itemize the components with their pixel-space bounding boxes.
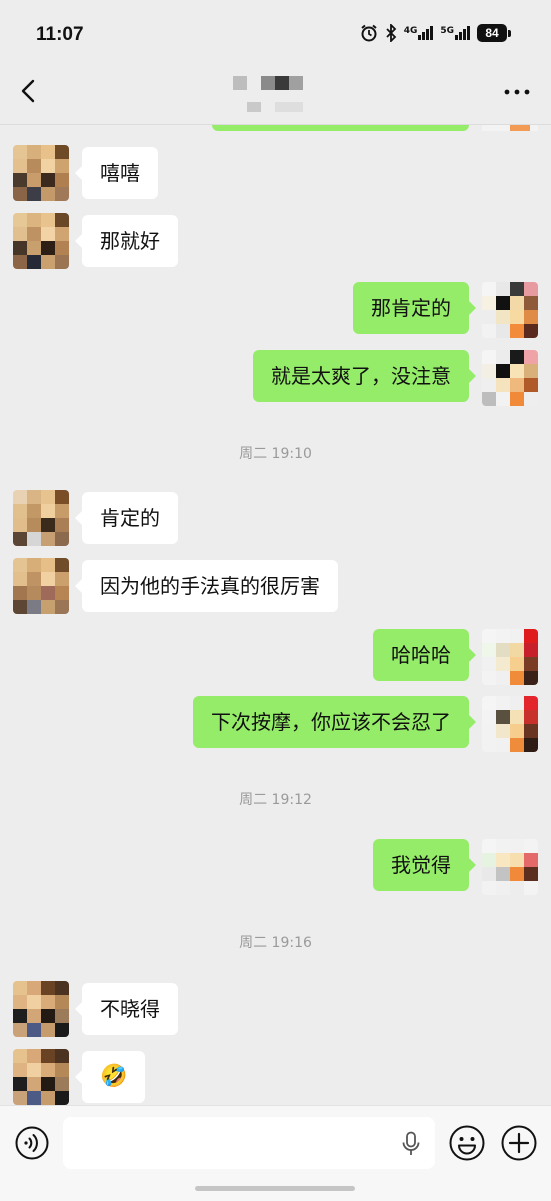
- avatar[interactable]: [482, 839, 538, 895]
- microphone-icon[interactable]: [400, 1131, 422, 1157]
- alarm-icon: [361, 24, 377, 42]
- chat-header: [0, 62, 551, 122]
- avatar[interactable]: [13, 1049, 69, 1105]
- avatar[interactable]: [13, 213, 69, 269]
- avatar[interactable]: [13, 145, 69, 201]
- timestamp: 周二 19:12: [239, 792, 312, 808]
- avatar[interactable]: [482, 350, 538, 406]
- net-5g-label: 5G: [440, 26, 454, 36]
- avatar[interactable]: [482, 282, 538, 338]
- signal-4g-icon: 4G: [404, 26, 434, 40]
- timestamp: 周二 19:16: [239, 935, 312, 951]
- status-icons: 4G 5G 84: [360, 24, 511, 42]
- voice-mode-icon[interactable]: [15, 1126, 49, 1160]
- net-4g-label: 4G: [403, 26, 418, 36]
- message-bubble[interactable]: 下次按摩，你应该不会忍了: [193, 696, 476, 748]
- add-more-icon[interactable]: [501, 1125, 537, 1161]
- message-bubble[interactable]: 因为他的手法真的很厉害: [75, 560, 338, 612]
- battery-level: 84: [477, 24, 507, 42]
- chevron-left-icon[interactable]: [14, 76, 44, 106]
- ellipsis-icon[interactable]: [503, 82, 531, 102]
- chat-area[interactable]: 嘻嘻 那就好 那肯定的 就是太爽了，没注意 周二 19:10 肯定的 因为他的手…: [0, 125, 551, 1105]
- message-bubble[interactable]: 不晓得: [75, 983, 178, 1035]
- avatar[interactable]: [13, 490, 69, 546]
- avatar[interactable]: [482, 629, 538, 685]
- battery-tip: [508, 29, 511, 37]
- message-bubble[interactable]: 就是太爽了，没注意: [253, 350, 476, 402]
- chat-title-pixelated: [233, 76, 313, 116]
- status-time: 11:07: [36, 24, 84, 45]
- timestamp: 周二 19:10: [239, 446, 312, 462]
- status-bar: 11:07 4G 5G 84: [0, 0, 551, 70]
- message-bubble[interactable]: 那肯定的: [353, 282, 476, 334]
- signal-5g-icon: 5G: [440, 26, 470, 40]
- message-bubble[interactable]: 肯定的: [75, 492, 178, 544]
- emoji-bubble[interactable]: 🤣: [74, 1051, 146, 1103]
- message-bubble[interactable]: 嘻嘻: [75, 147, 158, 199]
- avatar[interactable]: [13, 558, 69, 614]
- message-input[interactable]: [63, 1117, 435, 1169]
- bluetooth-icon: [386, 24, 396, 42]
- message-bubble[interactable]: 那就好: [75, 215, 178, 267]
- message-bubble[interactable]: 哈哈哈: [373, 629, 476, 681]
- avatar[interactable]: [482, 696, 538, 752]
- avatar[interactable]: [13, 981, 69, 1037]
- home-indicator: [195, 1186, 355, 1191]
- emoji-picker-icon[interactable]: [449, 1125, 485, 1161]
- message-bubble[interactable]: 我觉得: [373, 839, 476, 891]
